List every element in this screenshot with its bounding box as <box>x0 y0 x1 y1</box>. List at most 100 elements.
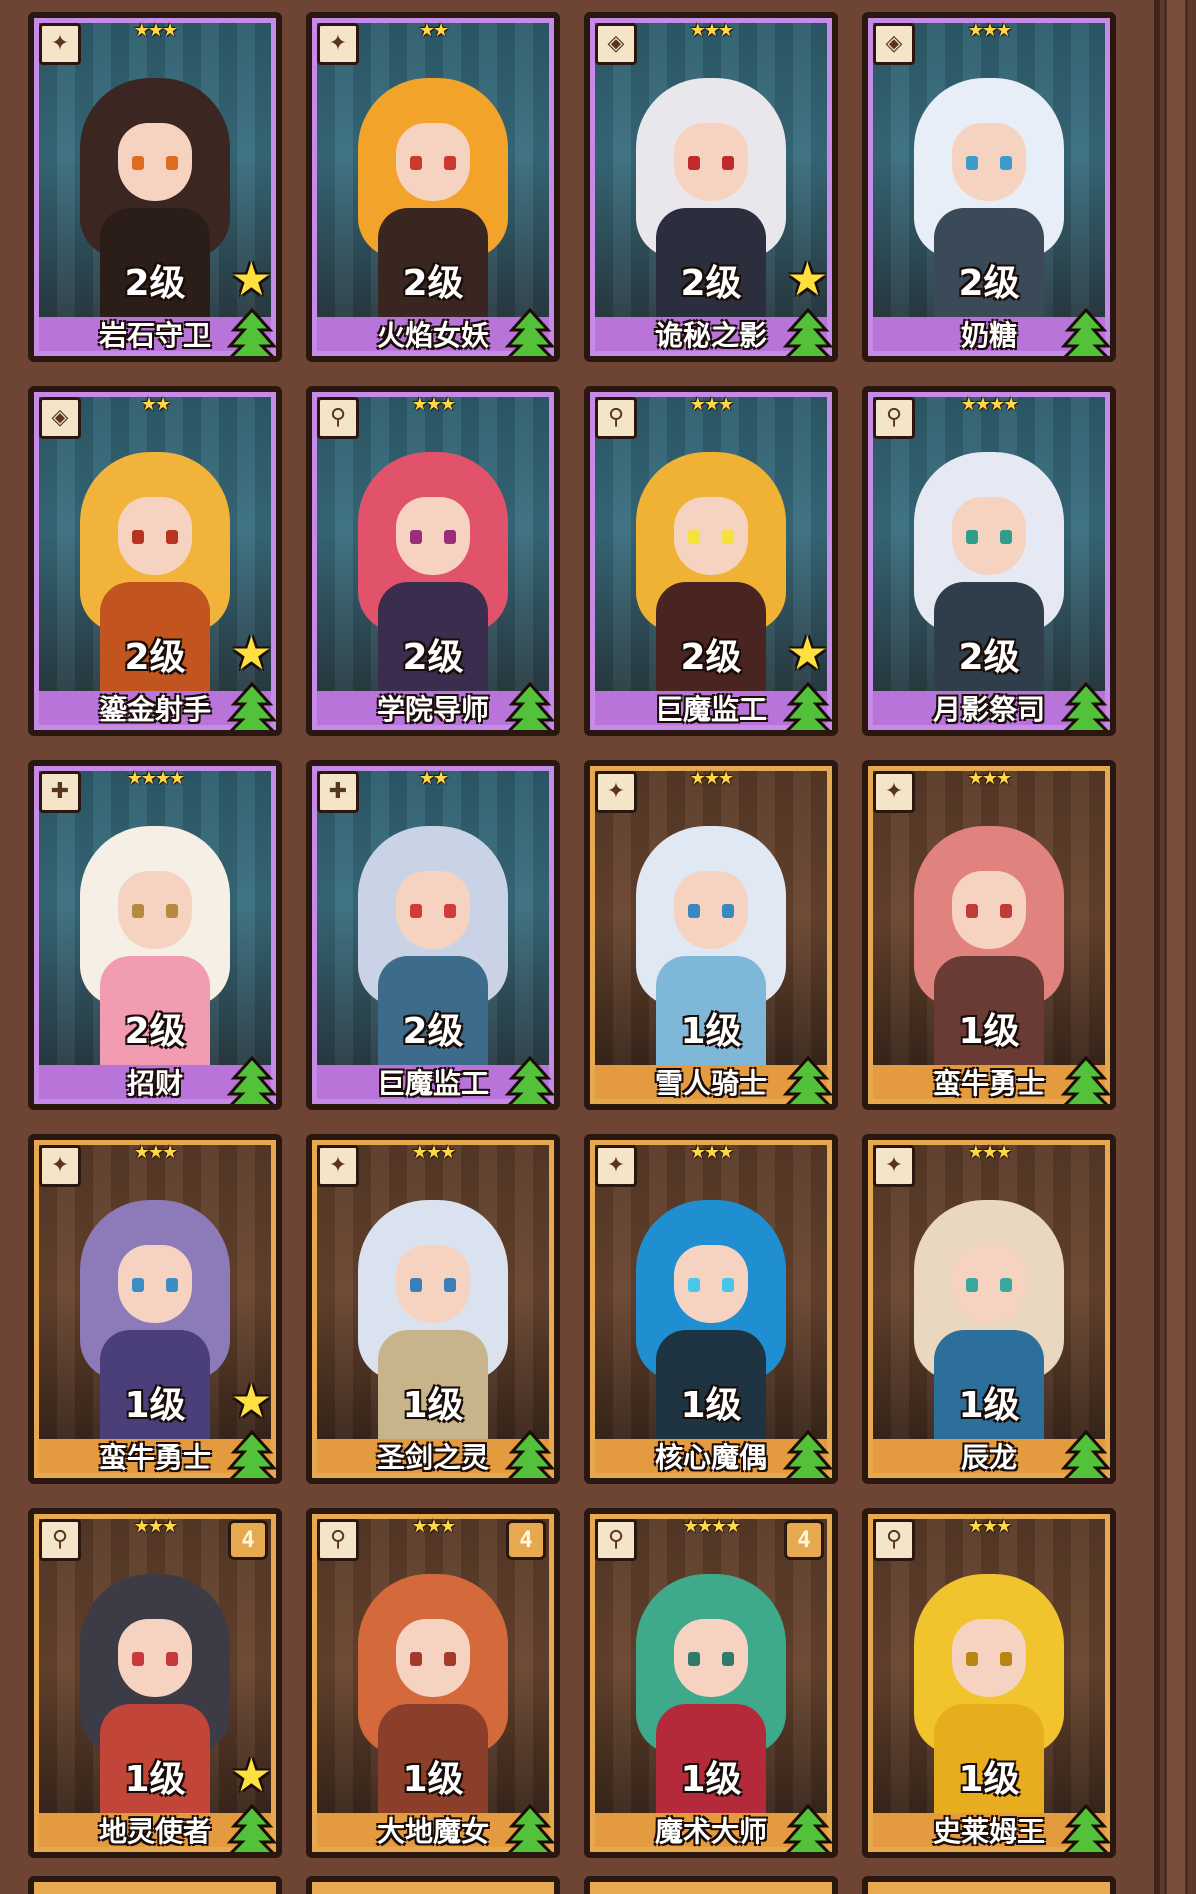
hero-eye <box>444 530 456 544</box>
card-peek[interactable] <box>862 1876 1116 1894</box>
star-rating: ★★★ <box>967 1142 1012 1163</box>
hero-eye <box>722 156 734 170</box>
hero-eye <box>410 530 422 544</box>
upgrade-arrow-icon[interactable] <box>226 1430 278 1482</box>
upgrade-arrow-icon[interactable] <box>782 308 834 360</box>
hero-eye <box>444 904 456 918</box>
hero-level: 1级 <box>958 1011 1020 1052</box>
hero-eye <box>966 530 978 544</box>
upgrade-arrow-icon[interactable] <box>226 682 278 734</box>
hero-face <box>674 1245 748 1323</box>
hero-eye <box>688 156 700 170</box>
favorite-star-icon: ★ <box>230 1374 272 1428</box>
hero-card[interactable]: ✚ ★★★★ 2级 招财 <box>28 760 282 1110</box>
upgrade-arrow-icon[interactable] <box>1060 1430 1112 1482</box>
favorite-star-icon: ★ <box>230 1748 272 1802</box>
upgrade-arrow-icon[interactable] <box>782 1056 834 1108</box>
star-rating: ★★★ <box>967 1516 1012 1537</box>
hero-eye <box>688 1278 700 1292</box>
hero-eye <box>410 1652 422 1666</box>
card-peek[interactable] <box>28 1876 282 1894</box>
star-rating: ★★ <box>418 20 449 41</box>
upgrade-arrow-icon[interactable] <box>1060 308 1112 360</box>
hero-face <box>952 871 1026 949</box>
hero-card[interactable]: ✦ ★★★ 1级 雪人骑士 <box>584 760 838 1110</box>
hero-card[interactable]: ⚲ ★★★ 1级 地灵使者 4 ★ <box>28 1508 282 1858</box>
favorite-star-icon: ★ <box>230 252 272 306</box>
hero-eye <box>410 1278 422 1292</box>
upgrade-arrow-icon[interactable] <box>504 308 556 360</box>
hero-eye <box>166 1652 178 1666</box>
upgrade-arrow-icon[interactable] <box>1060 1056 1112 1108</box>
upgrade-arrow-icon[interactable] <box>226 308 278 360</box>
upgrade-arrow-icon[interactable] <box>504 1430 556 1482</box>
hero-card[interactable]: ⚲ ★★★★ 2级 月影祭司 <box>862 386 1116 736</box>
favorite-star-icon: ★ <box>230 626 272 680</box>
upgrade-arrow-icon[interactable] <box>226 1804 278 1856</box>
hero-card[interactable]: ⚲ ★★★ 2级 巨魔监工 ★ <box>584 386 838 736</box>
hero-eye <box>722 904 734 918</box>
hero-eye <box>132 904 144 918</box>
hero-eye <box>722 530 734 544</box>
hero-eye <box>722 1652 734 1666</box>
hero-eye <box>688 1652 700 1666</box>
upgrade-arrow-icon[interactable] <box>782 682 834 734</box>
hero-card[interactable]: ◈ ★★★ 2级 诡秘之影 ★ <box>584 12 838 362</box>
hero-face <box>118 497 192 575</box>
hero-card[interactable]: ✦ ★★★ 1级 蛮牛勇士 ★ <box>28 1134 282 1484</box>
hero-card[interactable]: ⚲ ★★★ 1级 史莱姆王 <box>862 1508 1116 1858</box>
hero-card[interactable]: ✦ ★★★ 1级 圣剑之灵 <box>306 1134 560 1484</box>
hero-eye <box>444 1278 456 1292</box>
card-peek[interactable] <box>306 1876 560 1894</box>
upgrade-arrow-icon[interactable] <box>504 1056 556 1108</box>
hero-eye <box>166 904 178 918</box>
hero-face <box>674 871 748 949</box>
hero-face <box>952 1619 1026 1697</box>
next-row-cards-peek <box>28 1876 1138 1894</box>
rank-badge: 4 <box>784 1520 824 1560</box>
upgrade-arrow-icon[interactable] <box>1060 682 1112 734</box>
hero-card[interactable]: ✦ ★★★ 1级 蛮牛勇士 <box>862 760 1116 1110</box>
scrollbar-track[interactable] <box>1154 0 1196 1894</box>
star-rating: ★★★ <box>967 20 1012 41</box>
star-rating: ★★★★ <box>960 394 1020 415</box>
hero-face <box>118 1245 192 1323</box>
hero-level: 2级 <box>124 1011 186 1052</box>
hero-eye <box>444 1652 456 1666</box>
hero-eye <box>1000 904 1012 918</box>
favorite-star-icon: ★ <box>786 252 828 306</box>
upgrade-arrow-icon[interactable] <box>504 1804 556 1856</box>
hero-card[interactable]: ✦ ★★★ 1级 核心魔偶 <box>584 1134 838 1484</box>
hero-eye <box>166 1278 178 1292</box>
hero-card[interactable]: ✚ ★★ 2级 巨魔监工 <box>306 760 560 1110</box>
upgrade-arrow-icon[interactable] <box>226 1056 278 1108</box>
upgrade-arrow-icon[interactable] <box>504 682 556 734</box>
hero-card[interactable]: ✦ ★★★ 1级 辰龙 <box>862 1134 1116 1484</box>
hero-level: 2级 <box>402 1011 464 1052</box>
hero-card[interactable]: ⚲ ★★★★ 1级 魔术大师 4 <box>584 1508 838 1858</box>
scrollbar-thumb[interactable] <box>1164 0 1188 1894</box>
star-rating: ★★★ <box>133 20 178 41</box>
hero-level: 1级 <box>680 1385 742 1426</box>
upgrade-arrow-icon[interactable] <box>782 1430 834 1482</box>
hero-face <box>674 1619 748 1697</box>
star-rating: ★★ <box>140 394 171 415</box>
hero-card[interactable]: ⚲ ★★★ 1级 大地魔女 4 <box>306 1508 560 1858</box>
hero-eye <box>132 156 144 170</box>
hero-eye <box>1000 1652 1012 1666</box>
star-rating: ★★★ <box>689 768 734 789</box>
card-peek[interactable] <box>584 1876 838 1894</box>
upgrade-arrow-icon[interactable] <box>782 1804 834 1856</box>
hero-eye <box>410 904 422 918</box>
upgrade-arrow-icon[interactable] <box>1060 1804 1112 1856</box>
hero-level: 1级 <box>958 1759 1020 1800</box>
hero-eye <box>1000 1278 1012 1292</box>
hero-level: 2级 <box>402 637 464 678</box>
hero-card[interactable]: ⚲ ★★★ 2级 学院导师 <box>306 386 560 736</box>
star-rating: ★★ <box>418 768 449 789</box>
hero-card[interactable]: ◈ ★★★ 2级 奶糖 <box>862 12 1116 362</box>
hero-card[interactable]: ◈ ★★ 2级 鎏金射手 ★ <box>28 386 282 736</box>
hero-card[interactable]: ✦ ★★★ 2级 岩石守卫 ★ <box>28 12 282 362</box>
star-rating: ★★★ <box>689 1142 734 1163</box>
hero-card[interactable]: ✦ ★★ 2级 火焰女妖 <box>306 12 560 362</box>
